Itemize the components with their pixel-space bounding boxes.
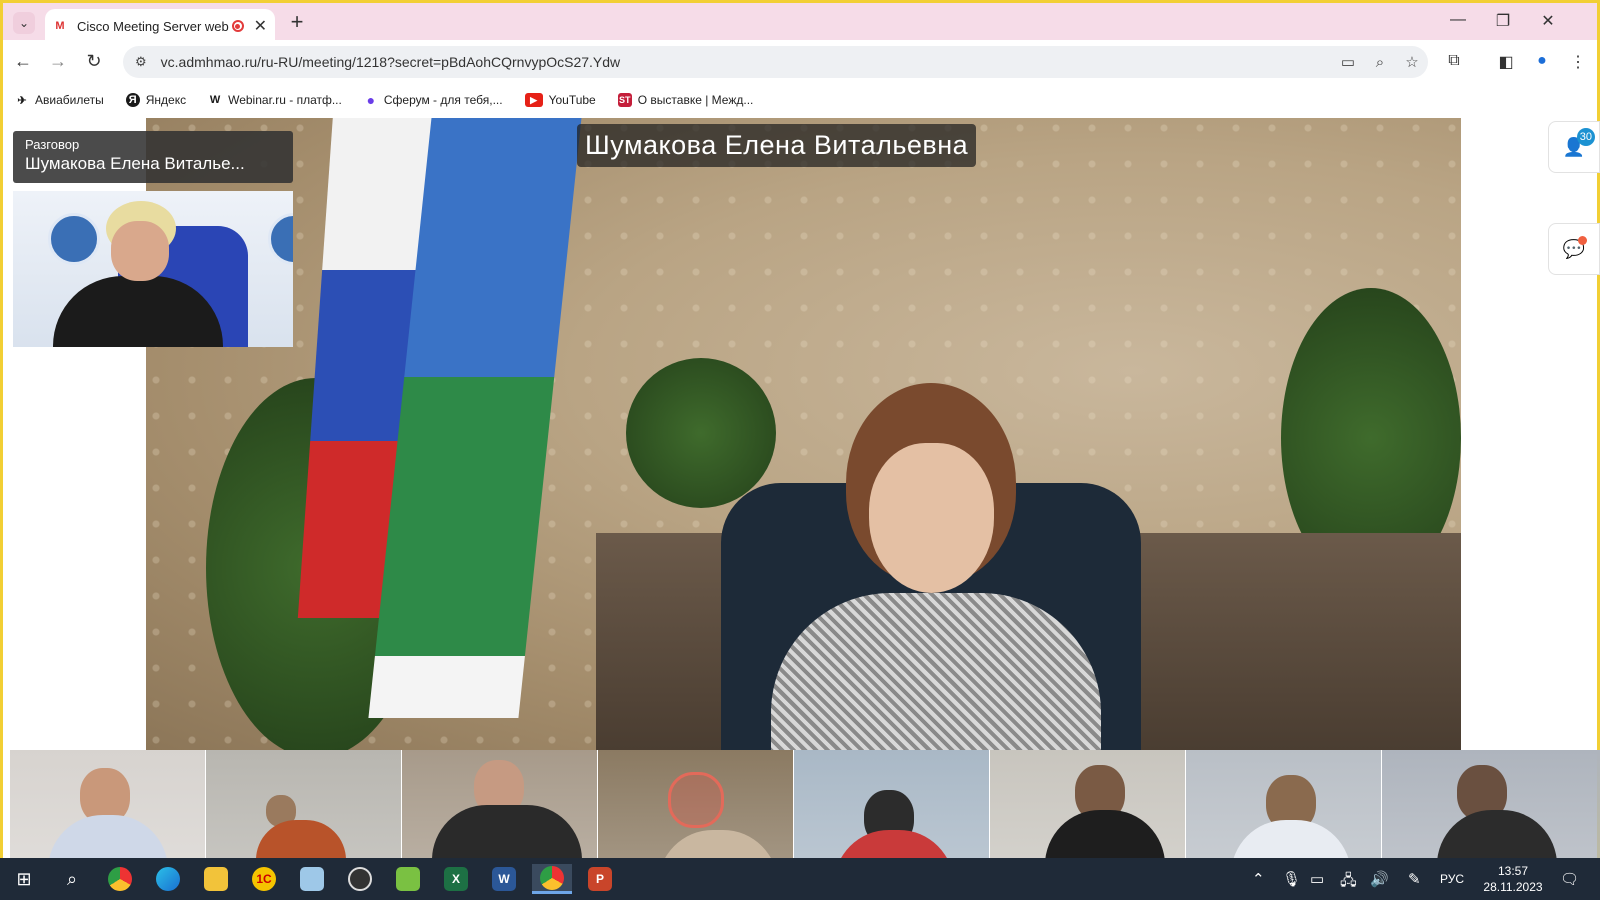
minimize-button[interactable]: —	[1443, 11, 1473, 29]
bookmarks-bar: ✈ Авиабилеты Я Яндекс W Webinar.ru - пла…	[0, 82, 1600, 118]
clock-time: 13:57	[1497, 864, 1529, 878]
network-icon[interactable]: 🖧	[1340, 870, 1357, 895]
yandex-icon: Я	[125, 93, 140, 107]
participant-tile[interactable]	[1186, 750, 1382, 858]
1c-icon[interactable]: 1C	[244, 864, 284, 894]
excel-icon[interactable]: X	[436, 864, 476, 894]
volume-icon[interactable]: 🔊	[1370, 870, 1389, 888]
browser-toolbar: ← → ↻ ⚙ vc.admhmao.ru/ru-RU/meeting/1218…	[0, 40, 1600, 82]
tray-overflow-icon[interactable]: ⌃	[1252, 870, 1265, 888]
zoom-icon[interactable]: ⌕	[1364, 54, 1396, 71]
main-speaker-name-overlay: Шумакова Елена Витальевна	[577, 124, 977, 167]
tab-search-dropdown[interactable]: ⌄	[13, 12, 35, 34]
pen-icon[interactable]: ✎	[1408, 870, 1421, 888]
url-text[interactable]: vc.admhmao.ru/ru-RU/meeting/1218?secret=…	[161, 54, 1332, 70]
system-clock[interactable]: 13:57 28.11.2023	[1478, 863, 1548, 895]
participant-tile[interactable]	[206, 750, 402, 858]
plant-center	[626, 358, 776, 508]
participant-tile[interactable]	[1382, 750, 1600, 858]
college-logo-left	[48, 213, 100, 265]
gmail-favicon-icon: M	[55, 20, 65, 32]
pinned-participant-video[interactable]	[13, 191, 293, 347]
windows-taskbar: ⊞ ⌕ 1C X W P ⌃ 🎙 ▭ 🖧 🔊 ✎ РУС 13:57 28.11…	[0, 858, 1600, 900]
bookmark-yandex[interactable]: Я Яндекс	[125, 93, 187, 107]
restore-button[interactable]: ❐	[1488, 11, 1518, 31]
bookmark-sferum[interactable]: ● Сферум - для тебя,...	[364, 92, 503, 108]
speaker-card-name: Шумакова Елена Виталье...	[25, 154, 245, 173]
battery-icon[interactable]: ▭	[1310, 870, 1324, 888]
extensions-icon[interactable]: ⧉	[1443, 52, 1465, 70]
participant-tile[interactable]	[598, 750, 794, 858]
browser-tab-bar: ⌄ M Cisco Meeting Server web a ✕ + — ❐ ✕	[0, 0, 1600, 43]
new-tab-button[interactable]: +	[285, 11, 309, 34]
explorer-icon[interactable]	[196, 864, 236, 894]
side-panel-icon[interactable]: ◧	[1495, 52, 1517, 72]
sferum-icon: ●	[366, 92, 376, 108]
forward-arrow-icon[interactable]: →	[47, 50, 69, 72]
bookmark-aviabilety[interactable]: ✈ Авиабилеты	[15, 93, 104, 107]
bookmark-label: Сферум - для тебя,...	[383, 93, 503, 107]
tab-title: Cisco Meeting Server web a	[77, 18, 232, 34]
browser-tab-active[interactable]: M Cisco Meeting Server web a ✕	[45, 9, 275, 43]
language-indicator[interactable]: РУС	[1440, 872, 1464, 886]
chevron-down-icon: ⌄	[18, 16, 30, 30]
youtube-icon: ▶	[524, 93, 543, 107]
bookmark-label: Webinar.ru - платф...	[228, 93, 342, 107]
menu-kebab-icon[interactable]: ⋮	[1567, 52, 1589, 72]
camera-in-use-icon[interactable]: ▭	[1332, 53, 1364, 71]
speaker-person	[771, 383, 1101, 750]
main-speaker-video[interactable]: Шумакова Елена Витальевна	[146, 118, 1461, 750]
chat-button[interactable]: 💬	[1548, 223, 1600, 275]
speaker-card-label: Разговор	[25, 137, 80, 152]
participant-face	[111, 221, 169, 281]
participants-button[interactable]: 👤 30	[1548, 121, 1600, 173]
tab-close-icon[interactable]: ✕	[254, 16, 267, 36]
chat-unread-dot	[1578, 236, 1587, 245]
recording-indicator-icon	[231, 20, 244, 32]
site-settings-icon[interactable]: ⚙	[135, 54, 147, 70]
reload-icon[interactable]: ↻	[83, 50, 105, 72]
bookmark-star-icon[interactable]: ☆	[1396, 53, 1428, 71]
bookmark-expo[interactable]: ST О выставке | Межд...	[617, 93, 754, 107]
profile-icon[interactable]: ●	[1531, 52, 1553, 70]
search-icon[interactable]: ⌕	[52, 864, 92, 894]
bookmark-label: YouTube	[548, 93, 596, 107]
bookmark-label: Авиабилеты	[35, 93, 104, 107]
meeting-page: Шумакова Елена Витальевна Разговор Шумак…	[0, 118, 1600, 858]
notifications-icon[interactable]: 🗨	[1560, 870, 1579, 888]
microphone-icon[interactable]: 🎙	[1282, 870, 1301, 888]
edge-icon[interactable]	[148, 864, 188, 894]
participant-tile[interactable]	[10, 750, 206, 858]
right-rail: 👤 30 💬	[1548, 118, 1600, 858]
college-logo-right	[268, 213, 293, 265]
webinar-icon: W	[209, 94, 221, 106]
plane-icon: ✈	[17, 94, 27, 107]
chrome-icon[interactable]	[100, 864, 140, 894]
address-bar[interactable]: ⚙ vc.admhmao.ru/ru-RU/meeting/1218?secre…	[123, 46, 1428, 78]
back-arrow-icon[interactable]: ←	[12, 50, 34, 72]
bookmark-label: О выставке | Межд...	[637, 93, 754, 107]
clock-date: 28.11.2023	[1483, 880, 1543, 894]
word-icon[interactable]: W	[484, 864, 524, 894]
participants-filmstrip	[10, 750, 1600, 858]
close-window-button[interactable]: ✕	[1533, 11, 1563, 31]
chrome-active-icon[interactable]	[532, 864, 572, 894]
viewer-icon[interactable]	[388, 864, 428, 894]
capture-icon[interactable]	[340, 864, 380, 894]
notes-icon[interactable]	[292, 864, 332, 894]
participant-tile[interactable]	[402, 750, 598, 858]
participant-tile[interactable]	[794, 750, 990, 858]
start-icon[interactable]: ⊞	[4, 864, 44, 894]
active-speaker-card: Разговор Шумакова Елена Виталье...	[13, 131, 293, 183]
participants-count-badge: 30	[1576, 128, 1595, 146]
powerpoint-icon[interactable]: P	[580, 864, 620, 894]
bookmark-webinar[interactable]: W Webinar.ru - платф...	[208, 93, 342, 107]
participant-tile[interactable]	[990, 750, 1186, 858]
bookmark-label: Яндекс	[145, 93, 187, 107]
expo-icon: ST	[617, 93, 632, 107]
bookmark-youtube[interactable]: ▶ YouTube	[524, 93, 596, 107]
